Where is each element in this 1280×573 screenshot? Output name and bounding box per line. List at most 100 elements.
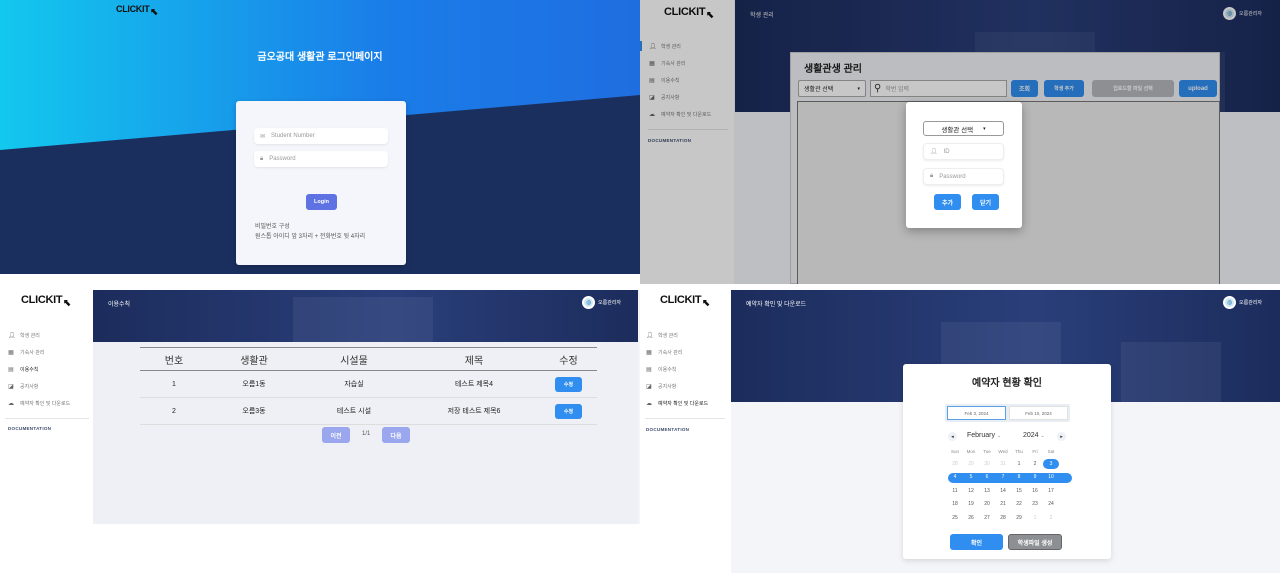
calendar-day[interactable]: 19 <box>963 499 979 509</box>
sidebar-divider <box>645 418 725 419</box>
calendar-day[interactable]: 5 <box>963 472 979 482</box>
sidebar-item-dorms[interactable]: ▦ 기숙사 관리 <box>646 349 682 356</box>
calendar-day[interactable]: 30 <box>979 459 995 469</box>
calendar-day[interactable]: 12 <box>963 486 979 496</box>
weekday-label: Sun <box>950 449 959 454</box>
sidebar-item-dorms[interactable]: ▦ 기숙사 관리 <box>8 349 44 356</box>
prev-page-button[interactable]: 이전 <box>322 427 350 443</box>
calendar-day[interactable]: 6 <box>979 472 995 482</box>
edit-button[interactable]: 수정 <box>555 403 582 419</box>
calendar-day[interactable]: 18 <box>947 499 963 509</box>
calendar-day[interactable]: 28 <box>947 459 963 469</box>
modal-dorm-select[interactable]: 생활관 선택 ▾ <box>923 121 1004 136</box>
calendar-day[interactable]: 15 <box>1011 486 1027 496</box>
calendar-week: 25 26 27 28 29 1 2 <box>947 511 1073 525</box>
calendar-day[interactable]: 20 <box>979 499 995 509</box>
login-button[interactable]: Login <box>306 194 337 210</box>
reservation-panel: CLICKIT⬉ 👤︎ 학생 관리 ▦ 기숙사 관리 ▤ 이용수칙 ◪ 공지사항 ☁ 예약… <box>640 290 1280 573</box>
password-field[interactable]: 🔒︎ Password <box>254 151 388 167</box>
table-row: 1 오름1동 자습실 테스트 제목4 수정 <box>140 371 597 398</box>
edit-button[interactable]: 수정 <box>555 376 582 392</box>
start-date-input[interactable]: Feb 3, 2024 <box>947 406 1006 420</box>
student-number-field[interactable]: ✉ Student Number <box>254 128 388 144</box>
calendar-day[interactable]: 13 <box>979 486 995 496</box>
calendar-day[interactable]: 7 <box>995 472 1011 482</box>
prev-month-button[interactable]: ◂ <box>948 432 957 441</box>
modal-id-field[interactable]: 👤︎ ID <box>923 143 1004 160</box>
student-manage-panel: CLICKIT⬉ 👤︎ 학생 관리 ▦ 기숙사 관리 ▤ 이용수칙 ◪ 공지사항 ☁ 예약… <box>640 0 1280 284</box>
month-select[interactable]: February ⌄ <box>967 432 1001 439</box>
calendar-day[interactable]: 14 <box>995 486 1011 496</box>
calendar-day[interactable]: 11 <box>947 486 963 496</box>
next-page-button[interactable]: 다음 <box>382 427 410 443</box>
year-select[interactable]: 2024 ⌄ <box>1023 432 1045 439</box>
end-date-input[interactable]: Feb 10, 2024 <box>1009 406 1068 420</box>
calendar-day[interactable]: 31 <box>995 459 1011 469</box>
calendar-day[interactable]: 2 <box>1043 513 1059 523</box>
calendar-day[interactable]: 26 <box>963 513 979 523</box>
calendar-day[interactable]: 29 <box>1011 513 1027 523</box>
calendar-day[interactable]: 28 <box>995 513 1011 523</box>
col-number: 번호 <box>164 355 184 367</box>
document-icon: ▤ <box>8 367 14 373</box>
col-facility: 시설물 <box>340 355 368 367</box>
chevron-right-icon: ▸ <box>1060 433 1063 440</box>
chevron-left-icon: ◂ <box>951 433 954 440</box>
modal-password-field[interactable]: 🔒︎ Password <box>923 168 1004 185</box>
reserve-logo[interactable]: CLICKIT⬉ <box>660 294 711 309</box>
sidebar-item-reservations[interactable]: ☁ 예약자 확인 및 다운로드 <box>8 400 70 407</box>
add-student-modal: 생활관 선택 ▾ 👤︎ ID 🔒︎ Password 추가 닫기 <box>906 102 1022 228</box>
calendar-day[interactable]: 22 <box>1011 499 1027 509</box>
calendar-day[interactable]: 25 <box>947 513 963 523</box>
sidebar-item-rules[interactable]: ▤ 이용수칙 <box>8 366 38 373</box>
next-month-button[interactable]: ▸ <box>1057 432 1066 441</box>
campus-building-image <box>1121 342 1221 402</box>
calendar-day[interactable]: 27 <box>979 513 995 523</box>
sidebar-item-notices[interactable]: ◪ 공지사항 <box>646 383 676 390</box>
sidebar-item-students[interactable]: 👤︎ 학생 관리 <box>646 332 678 339</box>
sidebar-item-reservations[interactable]: ☁ 예약자 확인 및 다운로드 <box>646 400 708 407</box>
calendar-day[interactable]: 24 <box>1043 499 1059 509</box>
table-header: 번호 생활관 시설물 제목 수정 <box>140 347 597 371</box>
calendar-day[interactable]: 4 <box>947 472 963 482</box>
calendar-day[interactable]: 23 <box>1027 499 1043 509</box>
sidebar-item-rules[interactable]: ▤ 이용수칙 <box>646 366 676 373</box>
generate-file-button[interactable]: 학생파일 생성 <box>1008 534 1062 550</box>
admin-profile[interactable]: ◍ 오름관리자 <box>1223 296 1262 309</box>
modal-close-button[interactable]: 닫기 <box>972 194 999 210</box>
login-logo[interactable]: CLICKIT⬉ <box>116 4 159 18</box>
avatar: ◍ <box>1223 296 1236 309</box>
header-title: 이용수칙 <box>108 302 131 308</box>
calendar-day[interactable]: 2 <box>1027 459 1043 469</box>
documentation-label[interactable]: DOCUMENTATION <box>646 427 689 432</box>
calendar-week: 28 29 30 31 1 2 3 <box>947 457 1073 471</box>
calendar-day[interactable]: 9 <box>1027 472 1043 482</box>
rules-logo[interactable]: CLICKIT⬉ <box>21 294 72 309</box>
calendar-day[interactable]: 1 <box>1011 459 1027 469</box>
calendar-day[interactable]: 21 <box>995 499 1011 509</box>
calendar-day[interactable]: 16 <box>1027 486 1043 496</box>
calendar-day[interactable]: 10 <box>1043 472 1059 482</box>
documentation-label[interactable]: DOCUMENTATION <box>8 426 51 431</box>
calendar-day[interactable]: 8 <box>1011 472 1027 482</box>
confirm-button[interactable]: 확인 <box>950 534 1003 550</box>
calendar-day[interactable]: 17 <box>1043 486 1059 496</box>
calendar-day[interactable]: 3 <box>1043 458 1059 469</box>
login-panel: CLICKIT⬉ 금오공대 생활관 로그인페이지 ✉ Student Numbe… <box>0 0 640 274</box>
sidebar-item-notices[interactable]: ◪ 공지사항 <box>8 383 38 390</box>
lock-icon: 🔒︎ <box>260 155 264 162</box>
chevron-down-icon: ⌄ <box>996 433 1002 439</box>
weekday-label: Tue <box>983 449 991 454</box>
admin-profile[interactable]: ◍ 오름관리자 <box>582 296 621 309</box>
modal-add-button[interactable]: 추가 <box>934 194 961 210</box>
reservation-card: 예약자 현황 확인 Feb 3, 2024 Feb 10, 2024 ◂ Feb… <box>903 364 1111 559</box>
avatar: ◍ <box>582 296 595 309</box>
weekday-header: Sun Mon Tue Wed Thu Fri Sat <box>947 446 1073 457</box>
document-icon: ▤ <box>646 367 652 373</box>
calendar-day[interactable]: 1 <box>1027 513 1043 523</box>
calendar-day[interactable]: 29 <box>963 459 979 469</box>
password-hint-title: 비밀번호 구성 <box>255 224 290 230</box>
sidebar-item-students[interactable]: 👤︎ 학생 관리 <box>8 332 40 339</box>
header-banner <box>93 290 638 342</box>
building-icon: ▦ <box>8 350 14 356</box>
